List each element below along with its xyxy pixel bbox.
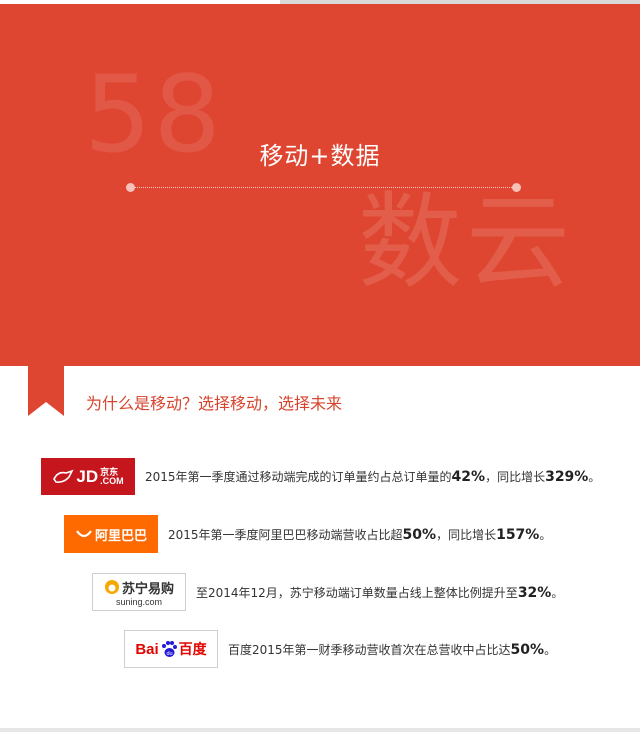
suning-logo: 苏宁易购 suning.com [92,573,186,611]
svg-text:du: du [166,651,172,657]
jd-logo: JD 京东 .COM [41,458,135,495]
list-item: JD 京东 .COM 2015年第一季度通过移动端完成的订单量约占总订单量的42… [41,458,600,495]
item-text: 至2014年12月，苏宁移动端订单数量占线上整体比例提升至32%。 [196,584,564,601]
jd-dog-icon [53,469,74,483]
alibaba-smile-icon [76,530,92,538]
ribbon-bookmark-icon [28,366,64,416]
title-divider-line [132,187,518,188]
banner-title: 移动+数据 [259,142,381,170]
alibaba-logo: 阿里巴巴 [64,515,158,553]
list-item: 阿里巴巴 2015年第一季度阿里巴巴移动端营收占比超50%，同比增长157%。 [64,515,551,553]
section-title: 为什么是移动？选择移动，选择未来 [86,394,343,413]
list-item: Bai du 百度 百度2015年第一财季移动营收首次在总营收中占比达50%。 [124,630,556,668]
item-text: 2015年第一季度通过移动端完成的订单量约占总订单量的42%，同比增长329%。 [145,469,601,485]
bottom-divider [0,728,640,732]
watermark-text: 数云 [358,181,575,303]
divider-dot-left [126,183,135,192]
hero-banner: 58 数云 移动+数据 [0,4,640,366]
list-item: 苏宁易购 suning.com 至2014年12月，苏宁移动端订单数量占线上整体… [92,573,563,611]
baidu-paw-icon: du [161,641,177,657]
suning-lion-icon [104,580,119,594]
baidu-logo: Bai du 百度 [124,630,218,668]
item-text: 2015年第一季度阿里巴巴移动端营收占比超50%，同比增长157%。 [168,526,552,543]
divider-dot-right [512,183,521,192]
item-text: 百度2015年第一财季移动营收首次在总营收中占比达50%。 [228,641,557,658]
